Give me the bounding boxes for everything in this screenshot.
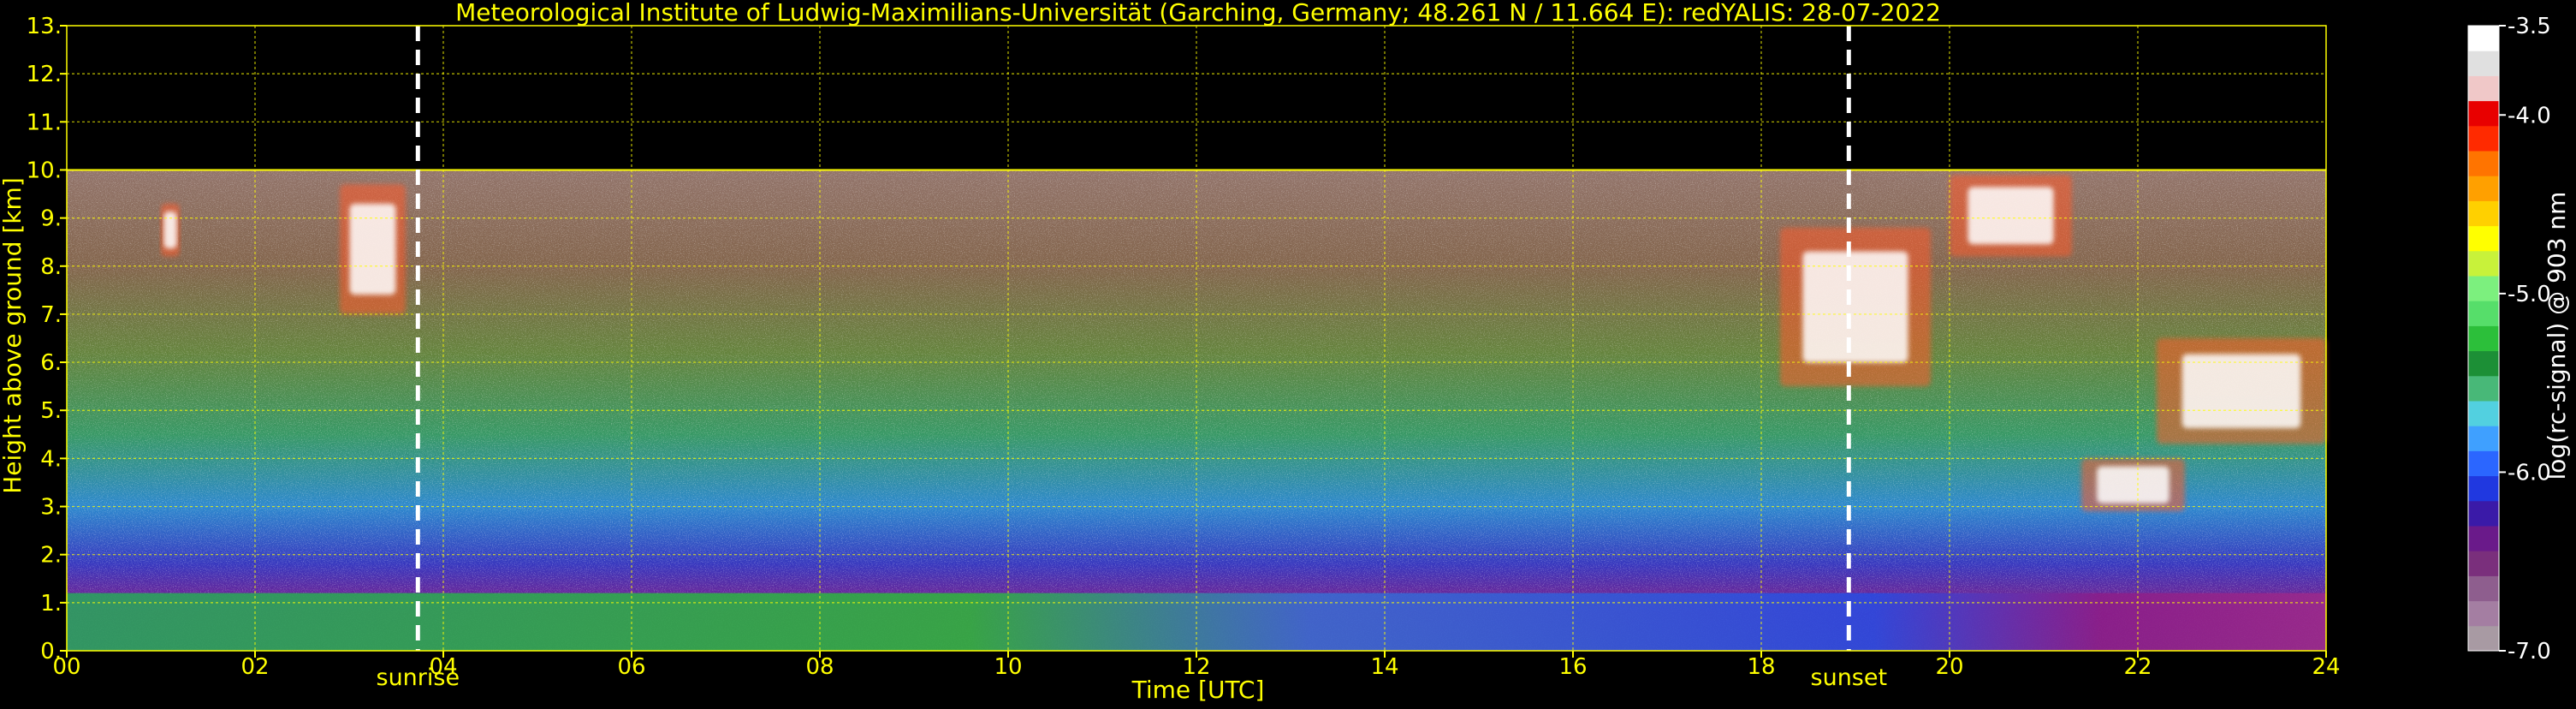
cloud-feature	[2157, 338, 2326, 444]
cloud-core	[163, 212, 177, 249]
colorbar-segment	[2468, 600, 2499, 627]
colorbar: -3.5-4.0-5.0-6.0-7.0	[2467, 14, 2551, 664]
cloud-core	[1802, 251, 1908, 363]
colorbar-segment	[2468, 151, 2499, 176]
colorbar-segment	[2468, 625, 2499, 652]
y-tick-label: 0.	[40, 639, 62, 664]
y-tick-label: 1.	[40, 591, 62, 617]
cloud-feature	[2081, 458, 2185, 512]
colorbar-segment	[2468, 350, 2499, 377]
colorbar-segment	[2468, 176, 2499, 201]
y-tick-label: 4.	[40, 446, 62, 472]
y-tick-label: 10.	[27, 158, 62, 183]
colorbar-segment	[2468, 426, 2499, 451]
cloud-core	[349, 204, 396, 295]
colorbar-segment	[2468, 200, 2499, 227]
y-axis-label: Height above ground [km]	[0, 177, 27, 494]
colorbar-segment	[2468, 450, 2499, 477]
y-tick-label: 2.	[40, 543, 62, 569]
cloud-feature	[1950, 175, 2072, 257]
colorbar-segment	[2468, 475, 2499, 502]
colorbar-segment	[2468, 75, 2499, 102]
cloud-core	[2181, 354, 2301, 429]
y-tick-label: 8.	[40, 254, 62, 280]
y-tick-label: 3.	[40, 495, 62, 521]
cloud-feature	[340, 184, 406, 314]
y-tick-label: 13.	[27, 14, 62, 39]
colorbar-segment	[2468, 401, 2499, 426]
y-tick-label: 11.	[27, 110, 62, 135]
y-tick-label: 9.	[40, 206, 62, 232]
colorbar-tick-label: -3.5	[2508, 14, 2551, 39]
x-tick-label: 04	[429, 654, 457, 680]
lidar-chart: sunrise sunset00 02 04 06 08 10 12 14 16 18 20 22 240…	[0, 0, 2571, 704]
colorbar-segment	[2468, 250, 2499, 277]
colorbar-segment	[2468, 51, 2499, 76]
cloud-core	[1968, 187, 2054, 245]
colorbar-segment	[2468, 500, 2499, 527]
x-tick-label: 06	[617, 654, 645, 680]
colorbar-label: log(rc-signal) @ 903 nm	[2543, 192, 2571, 480]
colorbar-tick-label: -7.0	[2508, 639, 2551, 664]
y-tick-label: 7.	[40, 302, 62, 328]
colorbar-segment	[2468, 526, 2499, 551]
colorbar-segment	[2468, 225, 2499, 252]
x-tick-label: 22	[2123, 654, 2152, 680]
colorbar-segment	[2468, 276, 2499, 301]
x-tick-label: 18	[1747, 654, 1775, 680]
x-tick-label: 16	[1558, 654, 1587, 680]
colorbar-segment	[2468, 26, 2499, 51]
x-tick-label: 10	[994, 654, 1022, 680]
cloud-feature	[161, 203, 180, 257]
lidar-figure: sunrise sunset 00 02 04 06 08 10 12 14 16 18 20 22 24 0…	[0, 0, 2576, 706]
colorbar-tick-label: -4.0	[2508, 103, 2551, 128]
sunset-label: sunset	[1811, 664, 1888, 691]
x-tick-label: 02	[240, 654, 269, 680]
colorbar-segment	[2468, 325, 2499, 352]
x-tick-label: 24	[2312, 654, 2340, 680]
y-tick-label: 6.	[40, 350, 62, 376]
colorbar-segment	[2468, 375, 2499, 402]
x-tick-label: 20	[1935, 654, 1963, 680]
x-tick-label: 14	[1370, 654, 1398, 680]
colorbar-segment	[2468, 125, 2499, 152]
y-tick-label: 5.	[40, 398, 62, 424]
x-axis-label: Time [UTC]	[1131, 676, 1265, 704]
cloud-core	[2097, 466, 2169, 503]
colorbar-segment	[2468, 551, 2499, 576]
colorbar-segment	[2468, 100, 2499, 127]
x-tick-label: 08	[805, 654, 834, 680]
colorbar-segment	[2468, 301, 2499, 326]
y-tick-label: 12.	[27, 62, 62, 87]
colorbar-segment	[2468, 575, 2499, 602]
chart-title: Meteorological Institute of Ludwig-Maxim…	[455, 0, 1941, 27]
